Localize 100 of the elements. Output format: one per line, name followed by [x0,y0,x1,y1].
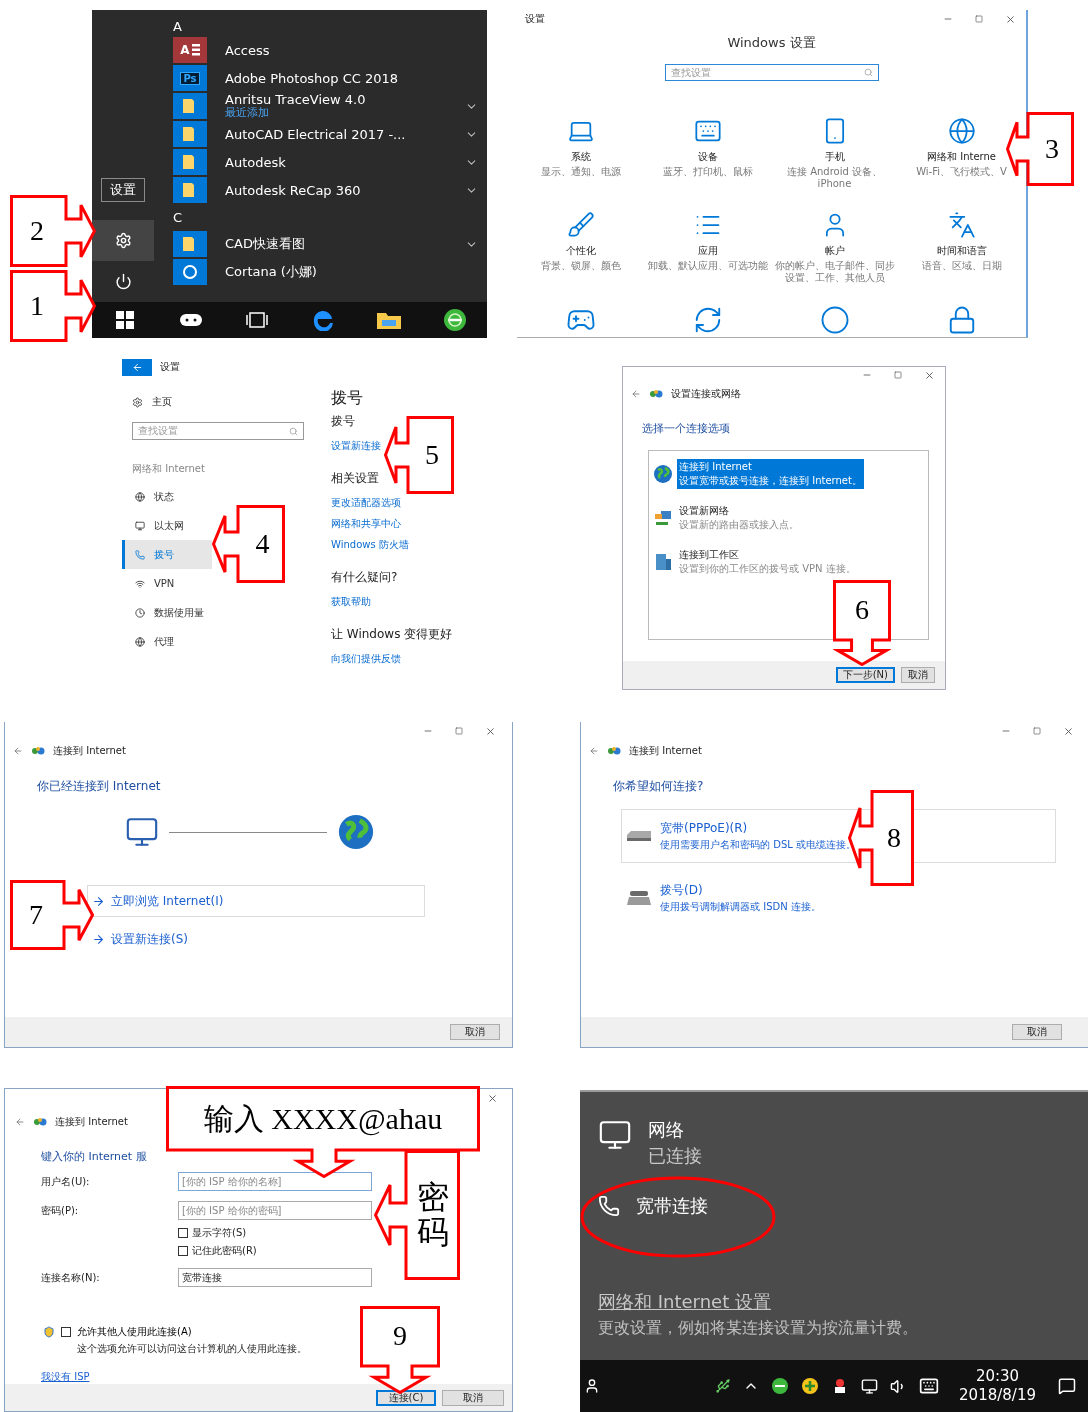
step-callout: 2 [10,195,96,267]
link[interactable]: 更改适配器选项 [331,496,401,510]
group-letter: A [173,17,182,36]
brush-icon[interactable] [566,211,595,239]
keyboard-icon[interactable] [919,1376,940,1396]
nav-item[interactable]: VPN [122,569,212,598]
dialog-heading: 键入你的 Internet 服 [41,1149,148,1164]
category-name[interactable]: 个性化 [565,244,596,258]
action-link[interactable]: 立即浏览 Internet(I) [87,885,425,917]
back-arrow-icon[interactable] [13,746,23,756]
recently-added-label: 最近添加 [225,107,270,119]
back-arrow-icon[interactable] [631,389,641,399]
link[interactable]: 向我们提供反馈 [331,652,401,666]
shield-icon [43,1326,55,1338]
nav-item[interactable]: 以太网 [122,511,212,540]
link[interactable]: Windows 防火墙 [331,538,409,552]
app-name[interactable]: Cortana (小娜) [225,263,317,281]
category-name[interactable]: 手机 [824,150,845,164]
app-name[interactable]: Autodesk [225,154,286,170]
app-name[interactable]: AutoCAD Electrical 2017 -... [225,126,406,142]
category-name[interactable]: 设备 [697,150,718,164]
cancel-button[interactable]: 取消 [450,1024,500,1040]
dialog-heading: 你希望如何连接? [613,778,705,795]
settings-description: 更改设置，例如将某连接设置为按流量计费。 [598,1318,919,1339]
settings-icon [132,396,143,408]
settings-link[interactable]: 网络和 Internet 设置 [598,1290,771,1314]
field-label: 用户名(U): [41,1174,91,1189]
browser-icon[interactable] [311,309,335,331]
app-name[interactable]: Adobe Photoshop CC 2018 [225,70,399,86]
network-icon[interactable] [861,1377,879,1395]
section-heading: 有什么疑问? [331,569,399,586]
app-name[interactable]: Access [225,42,270,58]
connection-option[interactable]: 设置新网络 设置新的路由器或接入点。 [677,503,801,533]
settings-icon [114,232,132,249]
step-callout: 输入 XXXX@ahau [166,1086,480,1178]
plus-app-icon[interactable] [801,1377,820,1395]
category-name[interactable]: 时间和语言 [936,244,987,258]
next-button[interactable]: 下一步(N) [835,667,895,683]
back-arrow-icon[interactable] [15,1117,25,1127]
connection-option[interactable]: 连接到 Internet 设置宽带或拨号连接，连接到 Internet。 [677,459,864,489]
app-name[interactable]: Autodesk ReCap 360 [225,182,361,198]
cancel-button[interactable]: 取消 [1012,1024,1062,1040]
close-icon[interactable] [485,725,496,737]
nav-item[interactable]: 数据使用量 [122,598,212,627]
language-icon[interactable] [947,211,976,239]
close-icon[interactable] [924,369,935,381]
link[interactable]: 网络和共享中心 [331,517,401,531]
checkbox[interactable] [178,1246,188,1256]
back-arrow-icon[interactable] [589,746,599,756]
globe-icon[interactable] [947,117,976,145]
checkbox[interactable] [61,1327,71,1337]
circle-app-icon[interactable] [771,1377,790,1395]
windows-logo-icon[interactable] [116,311,134,329]
ring-icon[interactable] [819,305,850,335]
password-field[interactable]: [你的 ISP 给你的密码] [178,1201,372,1220]
circle-app-icon[interactable] [443,308,467,332]
connection-name-field[interactable]: 宽带连接 [178,1268,372,1287]
telephone-icon [626,889,652,907]
arrow-right-icon [92,894,105,908]
cancel-button[interactable]: 取消 [442,1389,504,1406]
app-name[interactable]: Anritsu TraceView 4.0 [225,93,366,108]
category-name[interactable]: 网络和 Interne [927,150,996,164]
window-title: 连接到 Internet [53,744,126,758]
dialog-heading: 选择一个连接选项 [642,421,731,436]
step-callout: 8 [848,790,914,886]
person-icon[interactable] [584,1378,600,1394]
category-name[interactable]: 帐户 [824,244,845,258]
network-icon [598,1118,632,1152]
nav-item[interactable]: 代理 [122,627,212,656]
task-view-icon[interactable] [244,312,270,328]
home-link[interactable]: 主页 [152,395,172,409]
category-name[interactable]: 系统 [570,150,591,164]
category-name[interactable]: 应用 [697,244,718,258]
category-description: 语音、区域、日期 [921,260,1002,272]
username-field[interactable]: [你的 ISP 给你的名称] [178,1172,372,1191]
nav-item[interactable]: 状态 [122,482,212,511]
connection-name[interactable]: 宽带连接 [636,1194,708,1218]
app-name[interactable]: CAD快速看图 [225,235,305,253]
connection-option[interactable]: 连接到工作区 设置到你的工作区的拨号或 VPN 连接。 [677,547,858,577]
folder-icon[interactable] [376,310,402,330]
cancel-button[interactable]: 取消 [901,667,935,683]
globe-icon [337,813,375,851]
close-icon[interactable] [487,1092,498,1104]
link[interactable]: 设置新连接 [331,439,381,453]
action-label: 设置新连接(S) [111,930,188,948]
back-arrow-icon [131,361,143,373]
close-icon[interactable] [1063,725,1074,737]
settings-button[interactable] [92,220,154,261]
close-icon[interactable] [1005,13,1016,25]
notification-icon[interactable] [1058,1377,1076,1395]
link[interactable]: 我没有 ISP [41,1370,90,1384]
checkbox[interactable] [178,1228,188,1238]
link[interactable]: 获取帮助 [331,595,371,609]
action-label: 立即浏览 Internet(I) [111,892,224,910]
nav-item[interactable]: 拨号 [122,540,212,569]
network-icon [653,508,673,528]
wifi-icon [135,578,145,589]
usb-icon[interactable] [715,1378,732,1394]
back-button[interactable] [122,358,152,376]
connect-button[interactable]: 连接(C) [376,1389,436,1406]
